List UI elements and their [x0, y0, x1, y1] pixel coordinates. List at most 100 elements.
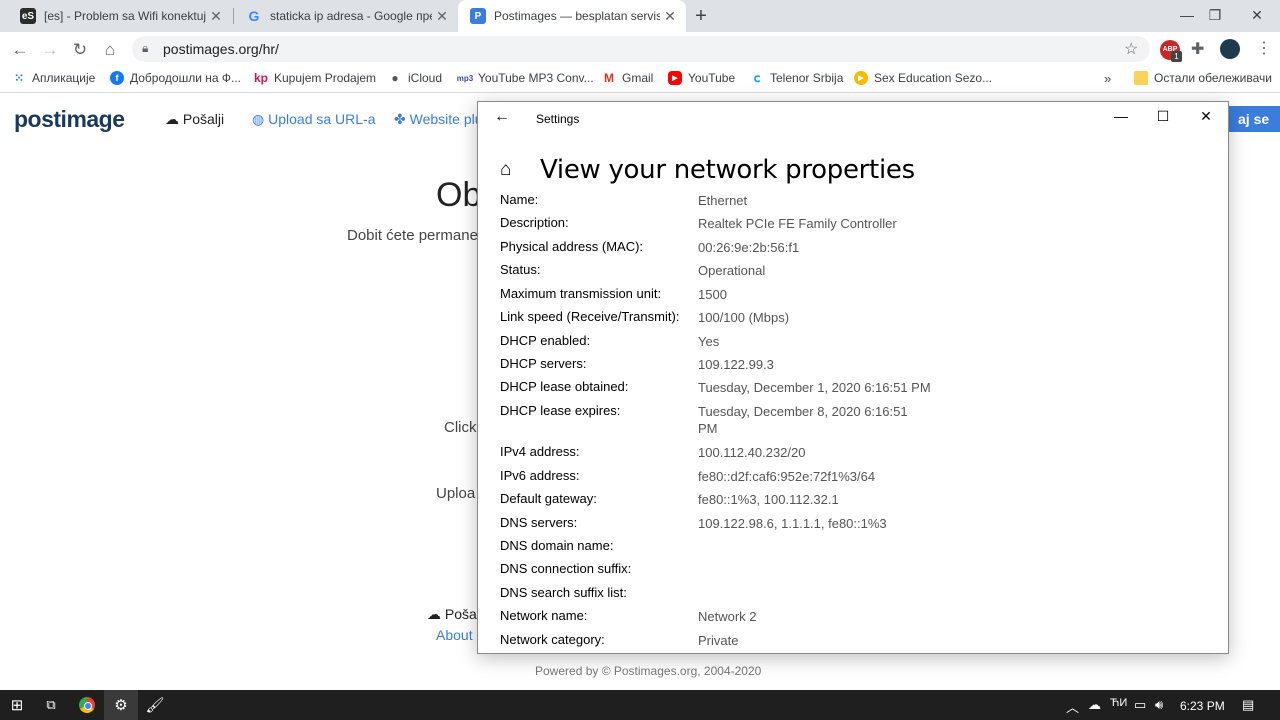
close-window-icon[interactable]: ✕	[1234, 0, 1280, 32]
settings-close-icon[interactable]: ✕	[1186, 108, 1226, 125]
bookmark-sex-education[interactable]: ▶ Sex Education Sezo...	[854, 71, 992, 85]
nav-upload[interactable]: ☁ Pošalji	[165, 111, 224, 128]
apps-grid-icon: ⁙	[13, 71, 25, 85]
prop-value: 109.122.99.3	[698, 357, 774, 372]
profile-avatar[interactable]	[1220, 39, 1240, 59]
footer-upload-link[interactable]: ☁ Poša	[427, 606, 477, 623]
tab-close-icon[interactable]: ✕	[432, 8, 452, 25]
prop-label: DHCP lease obtained:	[500, 379, 629, 394]
prop-label: Network category:	[500, 632, 605, 647]
windows-start-icon[interactable]: ⊞	[0, 690, 34, 720]
bookmark-label: YouTube	[688, 71, 736, 85]
postimage-logo[interactable]: postimage	[14, 106, 125, 133]
settings-back-arrow-icon[interactable]: ←	[494, 108, 510, 126]
chrome-icon[interactable]	[70, 690, 104, 720]
nav-upload-label: Pošalji	[182, 111, 225, 127]
settings-gear-icon[interactable]: ⚙	[104, 690, 138, 720]
restore-icon[interactable]: ❐	[1192, 0, 1238, 32]
nav-website-plugin-label: Website plu	[409, 111, 483, 127]
prop-label: Network name:	[500, 608, 588, 623]
facebook-icon: f	[110, 71, 124, 85]
settings-window: ← Settings — ☐ ✕ ⌂ View your network pro…	[477, 101, 1229, 654]
task-view-icon[interactable]: ⧉	[34, 690, 68, 720]
bookmark-label: Апликације	[32, 71, 96, 85]
address-bar[interactable]	[132, 36, 1150, 62]
settings-home-icon[interactable]: ⌂	[500, 159, 511, 181]
prop-value: Network 2	[698, 609, 757, 624]
prop-value: 1500	[698, 287, 727, 302]
bookmark-icloud[interactable]: ● iCloud	[388, 71, 442, 85]
bookmark-other[interactable]: Остали обележивачи	[1134, 71, 1272, 85]
prop-label: DNS search suffix list:	[500, 585, 627, 600]
page-subtitle: Dobit ćete permane	[347, 227, 478, 244]
chrome-logo	[79, 697, 95, 713]
prop-label: Name:	[500, 192, 539, 207]
back-arrow-icon[interactable]: ←	[8, 38, 32, 62]
bookmark-gmail[interactable]: M Gmail	[602, 71, 653, 85]
tab-title: staticka ip adresa - Google претр	[270, 9, 432, 23]
tray-chevron-icon[interactable]: ︿	[1066, 697, 1079, 716]
prop-value: Tuesday, December 8, 2020 6:16:51 PM	[698, 404, 908, 436]
google-favicon: G	[248, 8, 260, 24]
taskbar-clock[interactable]: 6:23 PM	[1180, 699, 1225, 713]
bookmark-mp3[interactable]: mp3 YouTube MP3 Conv...	[456, 71, 594, 85]
home-icon[interactable]: ⌂	[98, 38, 122, 62]
prop-value: fe80::d2f:caf6:952e:72f1%3/64	[698, 469, 876, 484]
bookmark-kupujem[interactable]: kp Kupujem Prodajem	[254, 71, 376, 85]
tab-es-forum[interactable]: eS [es] - Problem sa Wifi konektuje ✕	[8, 0, 232, 32]
onedrive-cloud-icon[interactable]: ☁	[1088, 697, 1101, 713]
login-button[interactable]: aj se	[1220, 106, 1280, 132]
chrome-menu-icon[interactable]: ⋮	[1256, 38, 1272, 58]
url-text[interactable]: postimages.org/hr/	[163, 41, 279, 57]
prop-value: Yes	[698, 334, 720, 349]
tab-postimages[interactable]: P Postimages — besplatan servis za ✕	[458, 0, 686, 32]
powered-by-text: Powered by © Postimages.org, 2004-2020	[535, 664, 762, 678]
apple-icon: ●	[391, 71, 399, 85]
prop-label: Status:	[500, 262, 541, 277]
bookmark-telenor[interactable]: ⅽ Telenor Srbija	[750, 71, 844, 85]
network-icon[interactable]: ▭	[1134, 697, 1146, 713]
settings-window-title: Settings	[536, 112, 580, 126]
extension-badge: 1	[1171, 51, 1182, 62]
prop-value: 100/100 (Mbps)	[698, 310, 790, 325]
telenor-icon: ⅽ	[753, 71, 761, 85]
bookmark-youtube[interactable]: ▶ YouTube	[668, 71, 735, 85]
footer-about-link[interactable]: About	[436, 627, 473, 643]
ime-indicator[interactable]: ЋИ	[1110, 697, 1127, 709]
prop-label: DNS connection suffix:	[500, 561, 632, 576]
extensions-puzzle-icon[interactable]: ✚	[1191, 39, 1204, 59]
forward-arrow-icon[interactable]: →	[38, 38, 62, 62]
prop-label: DHCP lease expires:	[500, 403, 621, 418]
prop-value: 00:26:9e:2b:56:f1	[698, 240, 800, 255]
mp3-icon: mp3	[456, 73, 474, 83]
nav-upload-url[interactable]: ◍ Upload sa URL-a	[252, 111, 376, 128]
puzzle-icon: ✤	[394, 111, 406, 127]
prop-label: DHCP servers:	[500, 356, 587, 371]
reload-icon[interactable]: ↻	[68, 38, 92, 62]
es-favicon: eS	[20, 8, 36, 24]
bookmarks-overflow-icon[interactable]: »	[1104, 71, 1111, 86]
prop-value: Tuesday, December 1, 2020 6:16:51 PM	[698, 380, 931, 395]
folder-icon	[1134, 71, 1148, 85]
paint-icon[interactable]: 🖌︎	[138, 690, 172, 720]
bookmark-label: Sex Education Sezo...	[874, 71, 993, 85]
tab-close-icon[interactable]: ✕	[206, 8, 226, 25]
settings-maximize-icon[interactable]: ☐	[1143, 108, 1183, 125]
volume-icon[interactable]: 🔊︎	[1155, 697, 1163, 713]
bookmark-facebook[interactable]: f Добродошли на Ф...	[110, 71, 241, 85]
nav-website-plugin[interactable]: ✤ Website plu	[394, 111, 483, 128]
settings-minimize-icon[interactable]: —	[1101, 108, 1141, 124]
tab-close-icon[interactable]: ✕	[660, 8, 680, 25]
postimages-favicon: P	[470, 8, 486, 24]
lock-icon[interactable]: 🔒︎	[142, 41, 148, 56]
notification-center-icon[interactable]: ▤	[1242, 697, 1254, 713]
bookmark-label: Остали обележивачи	[1154, 71, 1272, 85]
prop-label: Default gateway:	[500, 491, 597, 506]
tab-title: Postimages — besplatan servis za	[494, 9, 660, 23]
prop-value: Ethernet	[698, 193, 748, 208]
bookmark-label: Добродошли на Ф...	[130, 71, 241, 85]
bookmark-apps[interactable]: ⁙ Апликације	[12, 71, 95, 85]
new-tab-button[interactable]: +	[688, 4, 714, 28]
tab-google-search[interactable]: G staticka ip adresa - Google претр ✕	[234, 0, 458, 32]
bookmark-star-icon[interactable]: ☆	[1124, 39, 1138, 59]
